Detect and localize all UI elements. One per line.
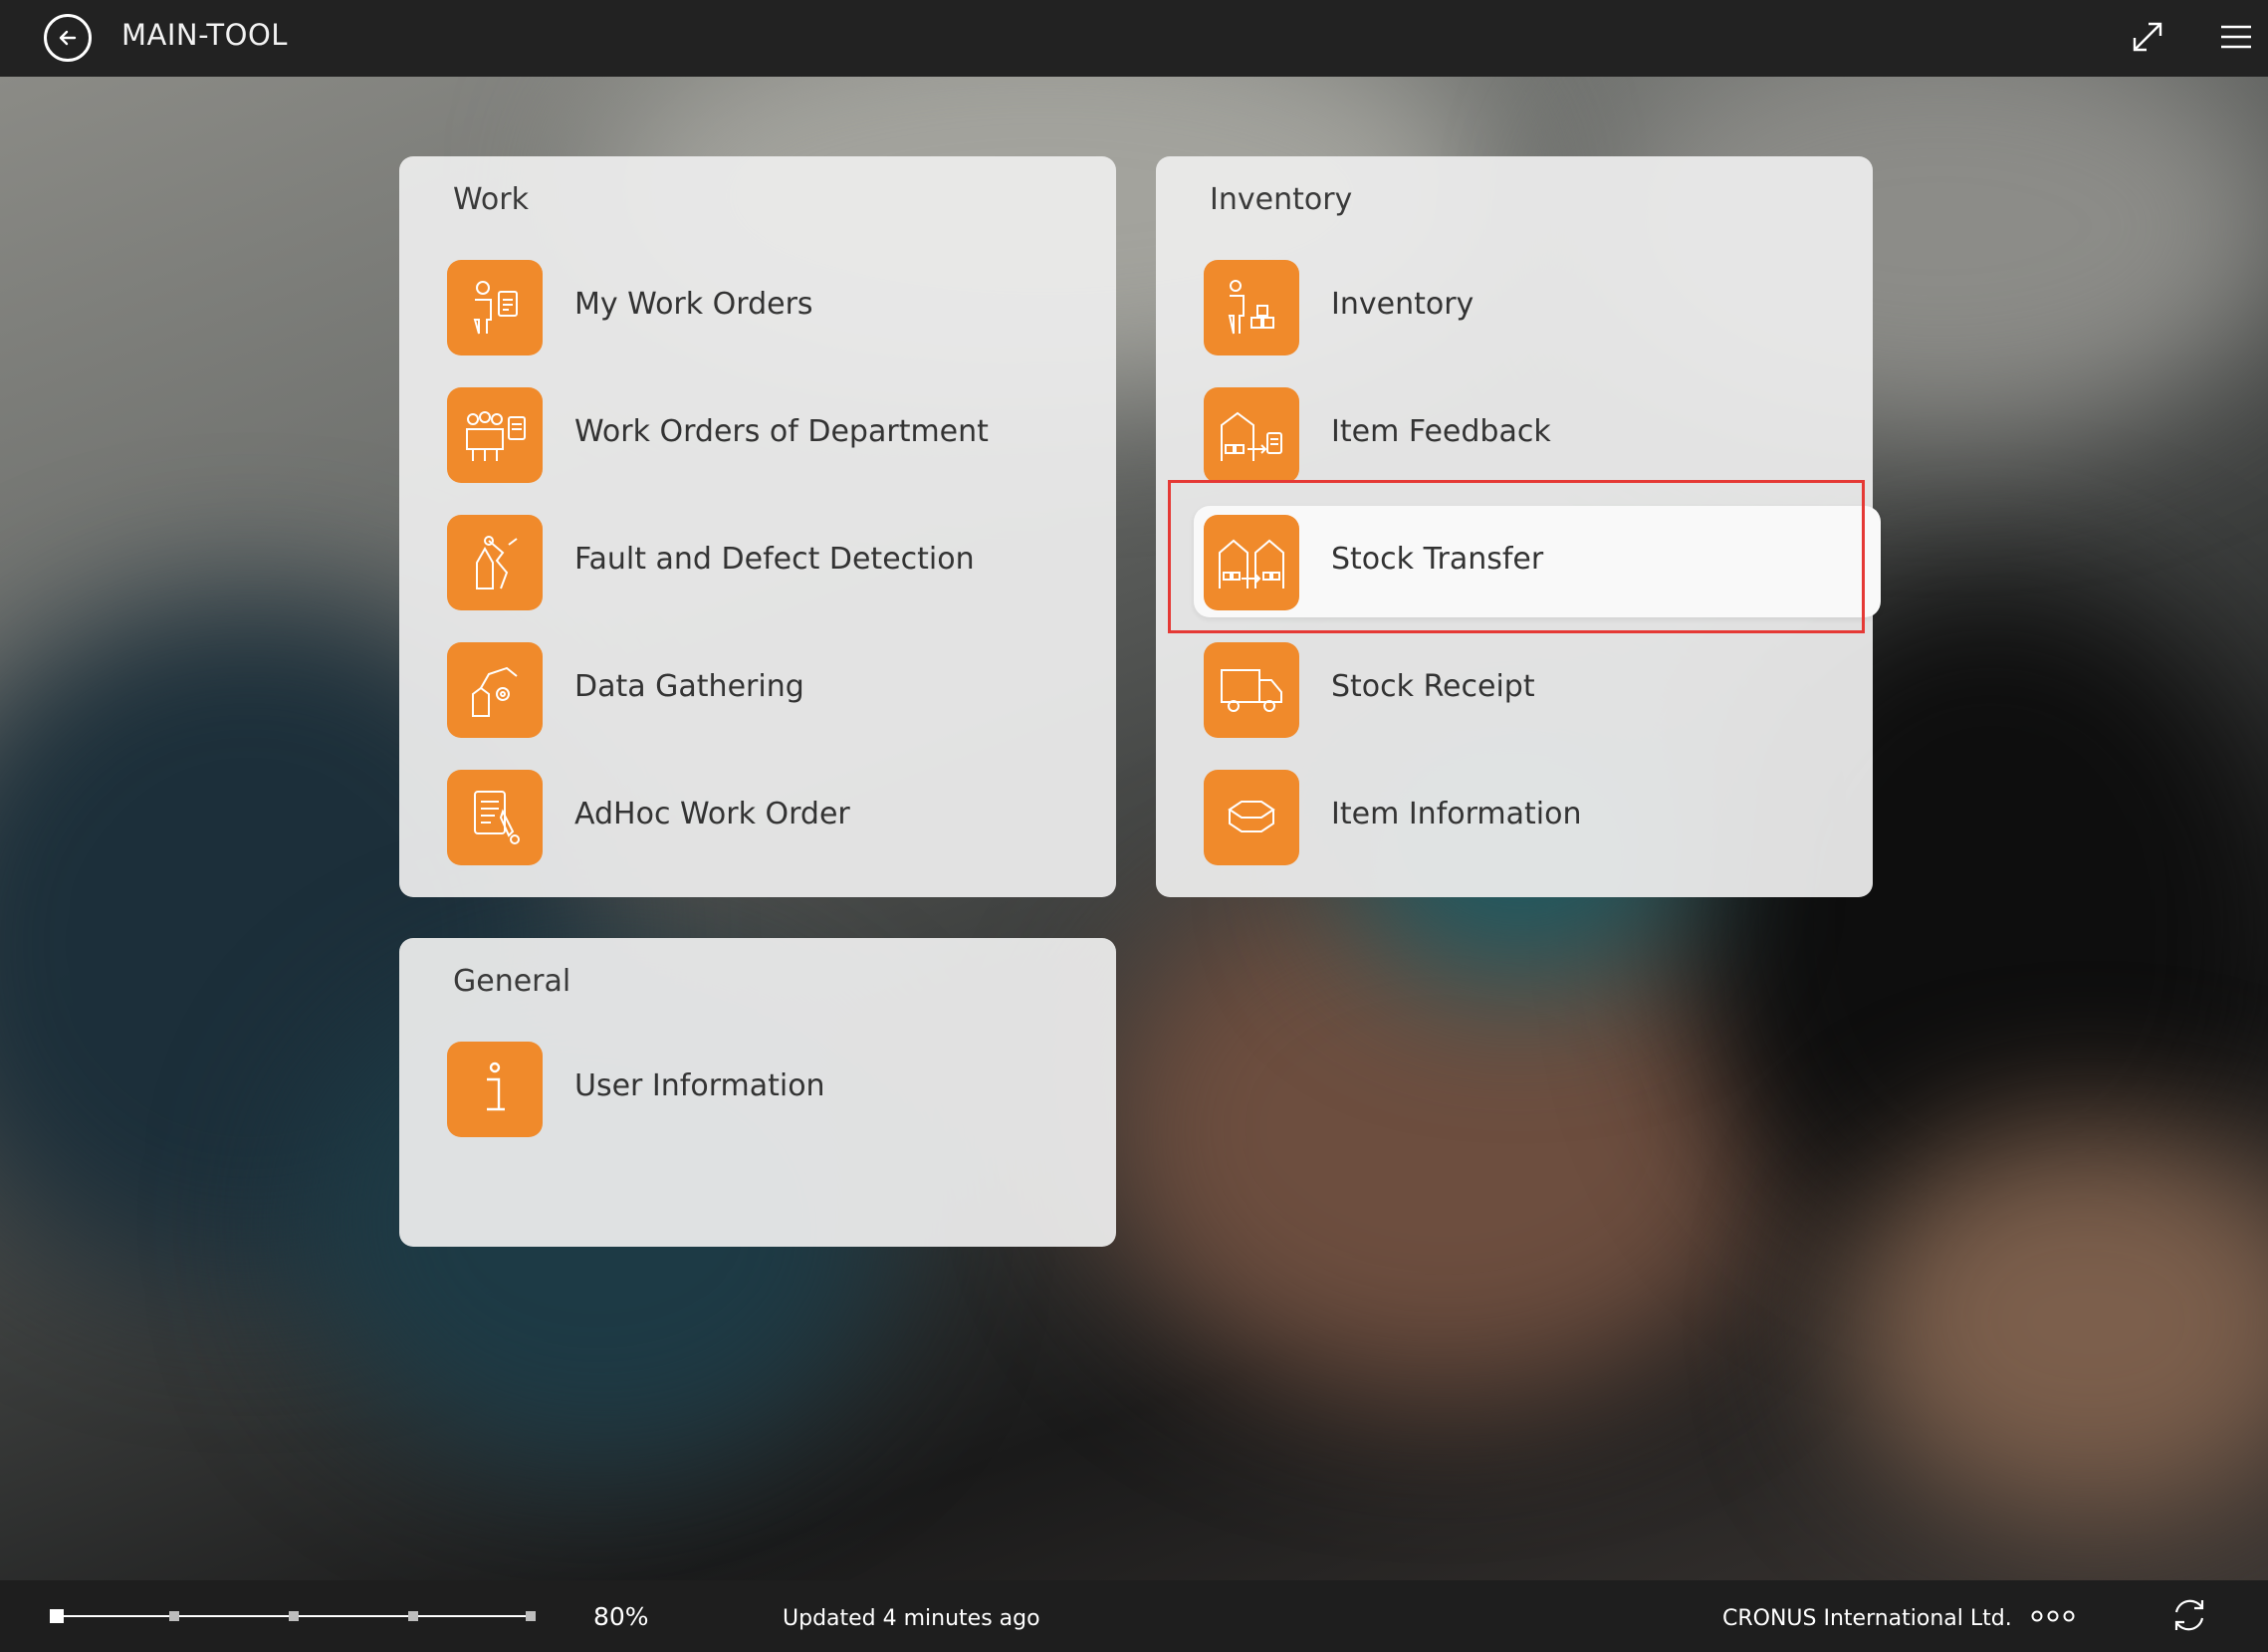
menu-button[interactable] <box>2219 22 2253 52</box>
tile-stock-transfer[interactable]: Stock Transfer <box>1194 506 1881 617</box>
tile-label: Stock Receipt <box>1331 669 1535 704</box>
tile-work-orders-of-department[interactable]: Work Orders of Department <box>437 378 1124 490</box>
tile-inventory[interactable]: Inventory <box>1194 251 1881 362</box>
tile-label: Work Orders of Department <box>574 414 989 449</box>
tile-label: AdHoc Work Order <box>574 797 850 831</box>
tile-stock-receipt[interactable]: Stock Receipt <box>1194 633 1881 745</box>
tile-label: My Work Orders <box>574 287 813 322</box>
background-image: Work My Work Orders Work Orders of Depar… <box>0 77 2268 1580</box>
tile-label: Data Gathering <box>574 669 804 704</box>
hamburger-menu-icon <box>2221 25 2251 49</box>
more-button[interactable] <box>2031 1604 2075 1628</box>
tile-label: Item Feedback <box>1331 414 1551 449</box>
zoom-slider-thumb <box>50 1609 64 1623</box>
tile-user-information[interactable]: User Information <box>437 1033 1124 1144</box>
team-clipboard-icon <box>447 387 543 483</box>
tile-data-gathering[interactable]: Data Gathering <box>437 633 1124 745</box>
warehouse-transfer-icon <box>1204 515 1299 610</box>
expand-button[interactable] <box>2129 18 2166 56</box>
sync-button[interactable] <box>2168 1594 2210 1636</box>
sync-icon <box>2174 1599 2204 1631</box>
tile-label: Stock Transfer <box>1331 542 1544 577</box>
worker-clipboard-icon <box>447 260 543 355</box>
inventory-panel: Inventory Inventory Item Feedback Stock … <box>1156 156 1881 897</box>
zoom-slider[interactable] <box>50 1604 542 1628</box>
more-dots-icon <box>2031 1610 2075 1622</box>
info-icon <box>447 1042 543 1137</box>
expand-diagonal-icon <box>2133 22 2162 52</box>
general-panel: General User Information <box>399 938 1116 1247</box>
section-title-inventory: Inventory <box>1210 182 1353 217</box>
work-panel: Work My Work Orders Work Orders of Depar… <box>399 156 1116 897</box>
top-bar: MAIN-TOOL <box>0 0 2268 77</box>
company-name: CRONUS International Ltd. <box>1722 1606 2012 1631</box>
app-title: MAIN-TOOL <box>121 18 288 52</box>
warehouse-feedback-icon <box>1204 387 1299 483</box>
tile-fault-and-defect-detection[interactable]: Fault and Defect Detection <box>437 506 1124 617</box>
worker-boxes-icon <box>1204 260 1299 355</box>
section-title-work: Work <box>453 182 529 217</box>
tile-adhoc-work-order[interactable]: AdHoc Work Order <box>437 761 1124 872</box>
delivery-truck-icon <box>1204 642 1299 738</box>
tile-label: Fault and Defect Detection <box>574 542 975 577</box>
section-title-general: General <box>453 964 571 999</box>
update-status: Updated 4 minutes ago <box>783 1606 1040 1631</box>
tile-my-work-orders[interactable]: My Work Orders <box>437 251 1124 362</box>
zoom-level: 80% <box>593 1602 649 1631</box>
bottom-bar: 80% Updated 4 minutes ago CRONUS Interna… <box>0 1580 2268 1652</box>
back-button[interactable] <box>44 14 92 62</box>
robot-arm-gear-icon <box>447 642 543 738</box>
fault-detection-icon <box>447 515 543 610</box>
tile-label: User Information <box>574 1068 825 1103</box>
back-arrow-icon <box>59 30 77 46</box>
document-pen-icon <box>447 770 543 865</box>
tile-item-feedback[interactable]: Item Feedback <box>1194 378 1881 490</box>
tile-label: Item Information <box>1331 797 1582 831</box>
box-info-icon <box>1204 770 1299 865</box>
tile-item-information[interactable]: Item Information <box>1194 761 1881 872</box>
tile-label: Inventory <box>1331 287 1474 322</box>
